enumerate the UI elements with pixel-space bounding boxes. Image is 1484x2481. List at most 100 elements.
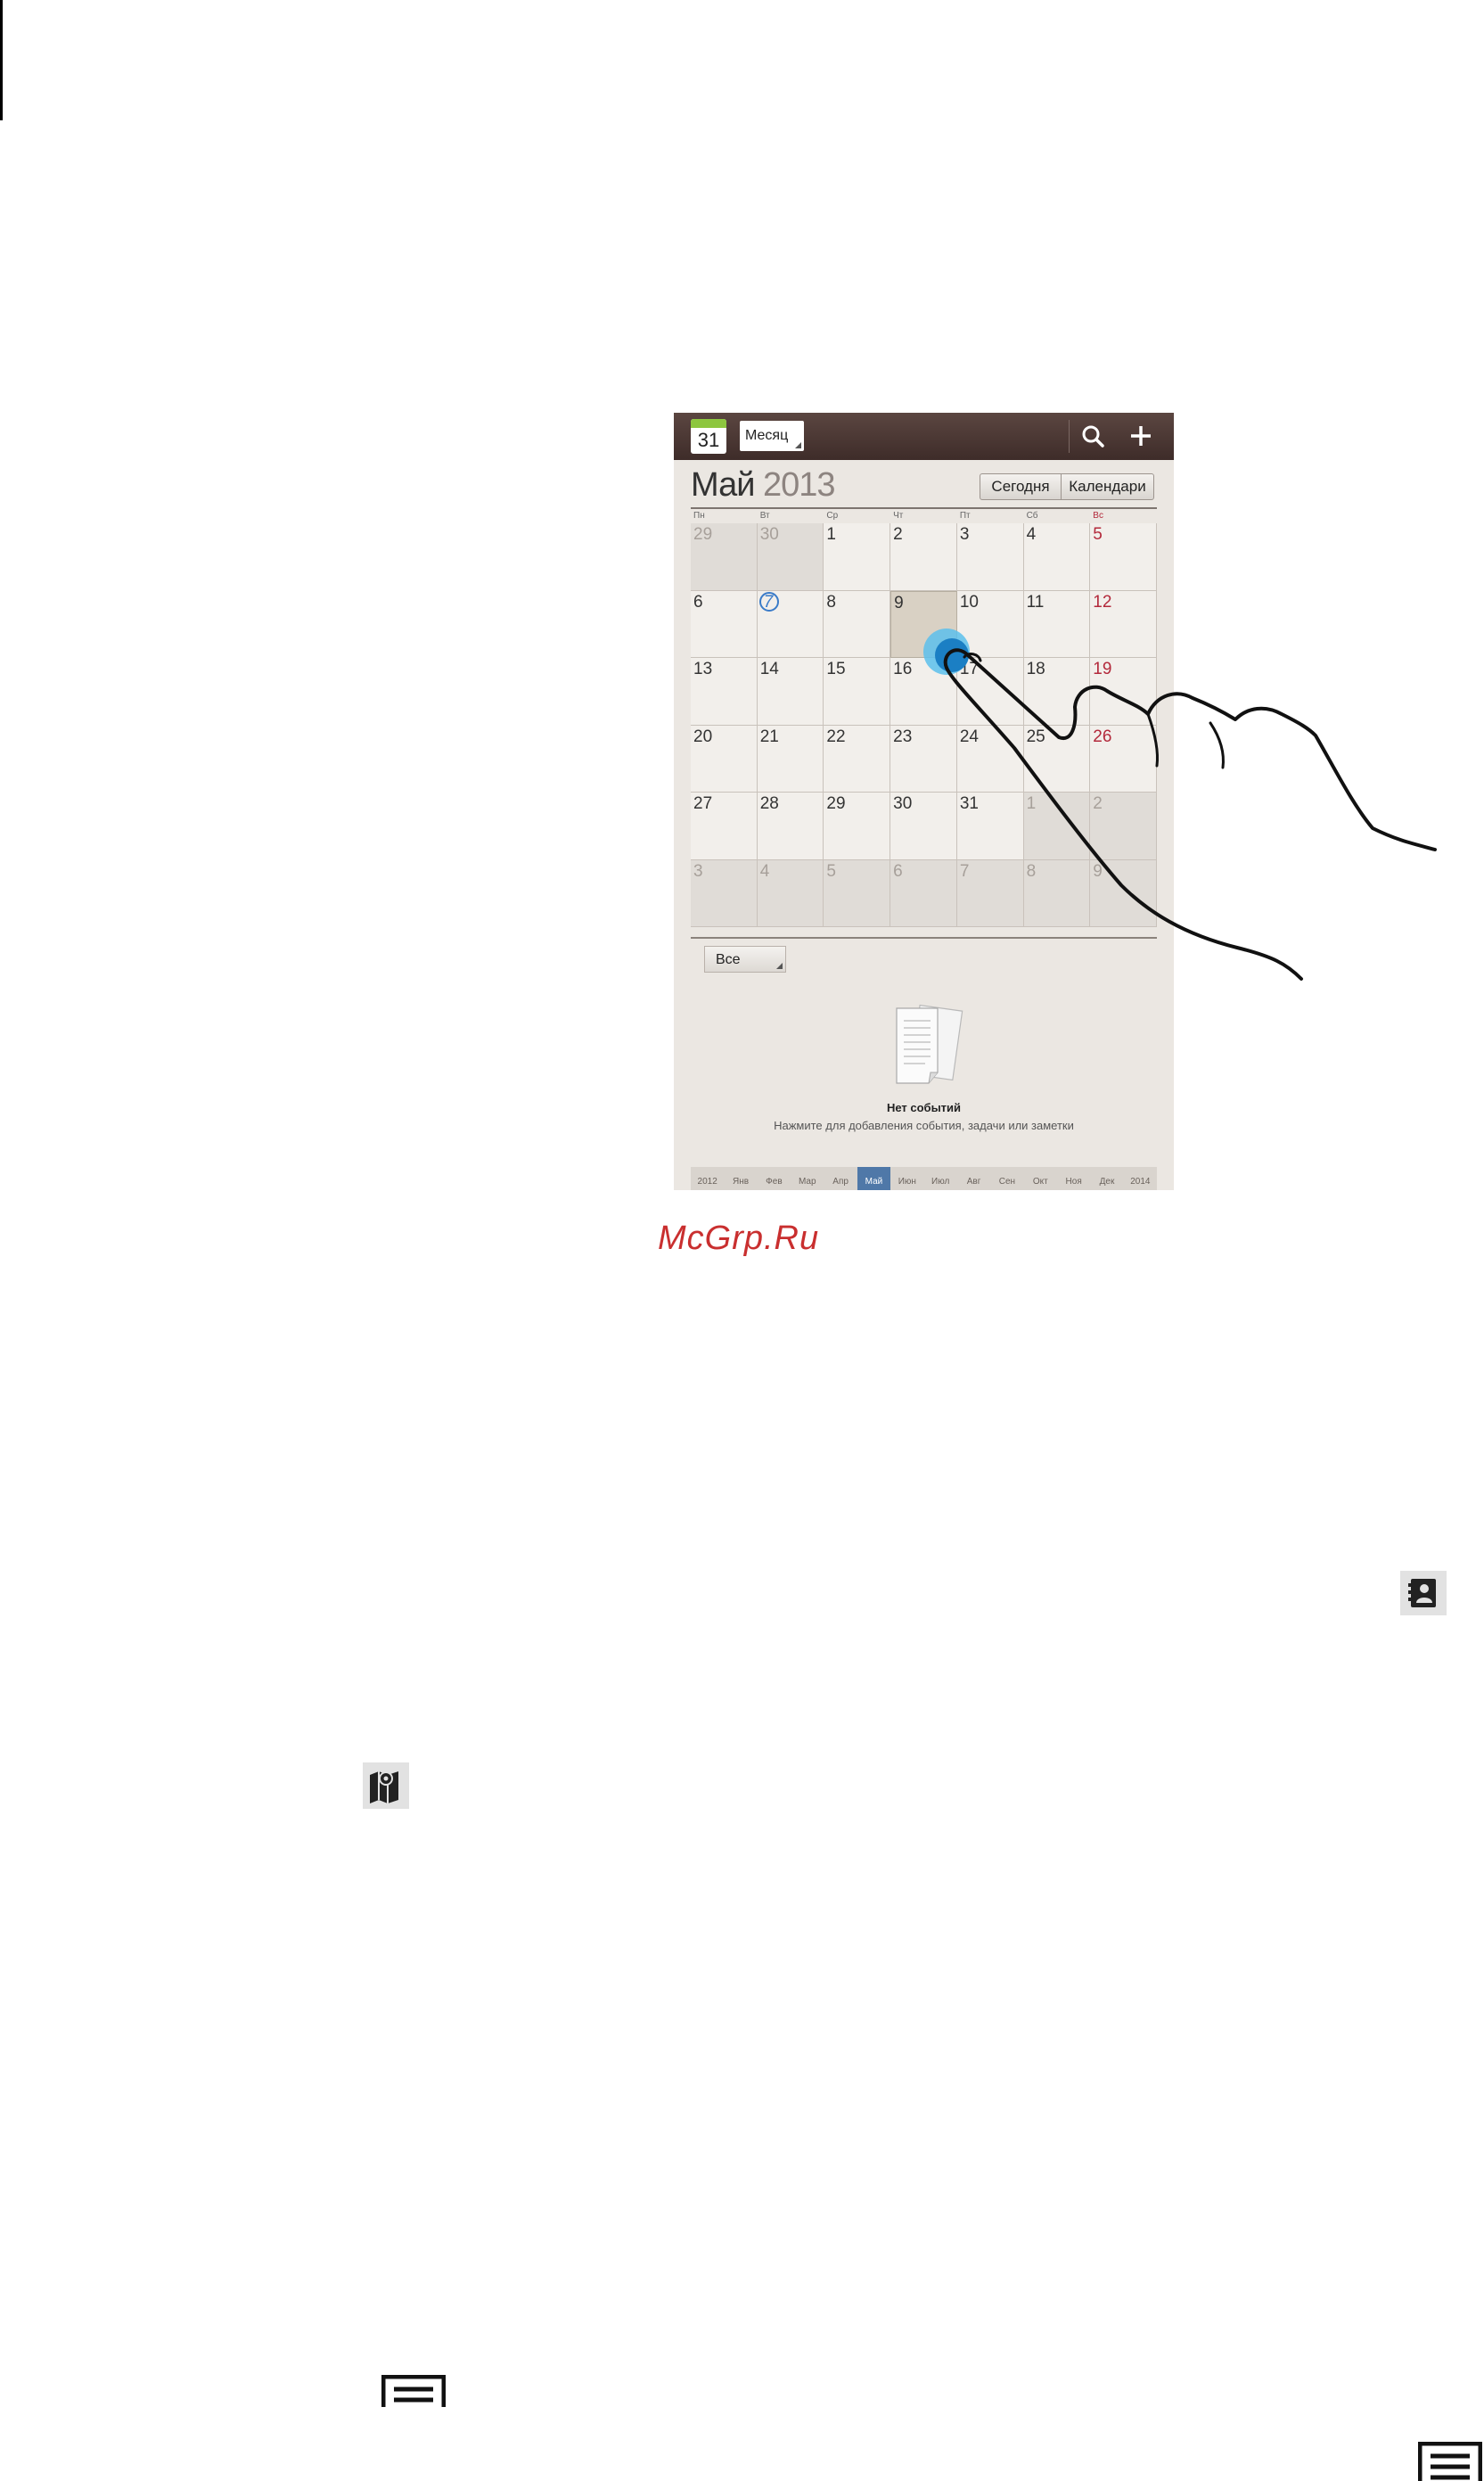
calendar-icon-day: 31 <box>697 429 720 451</box>
day-cell[interactable]: 21 <box>757 725 824 793</box>
day-cell[interactable]: 6 <box>691 590 758 658</box>
day-number: 11 <box>1026 592 1045 612</box>
day-number: 9 <box>894 593 904 612</box>
day-cell[interactable]: 29 <box>824 793 891 860</box>
day-number: 1 <box>1026 794 1037 813</box>
grid-divider <box>691 937 1157 939</box>
day-number: 14 <box>759 660 779 678</box>
day-cell[interactable]: 16 <box>890 658 957 726</box>
weekday-label: Пт <box>959 511 971 521</box>
day-cell[interactable]: 3 <box>691 859 758 927</box>
day-cell[interactable]: 3 <box>956 523 1024 591</box>
day-cell[interactable]: 14 <box>757 658 824 726</box>
weekday-header: Пн Вт Ср Чт Пт Сб Вс <box>691 511 1157 523</box>
day-cell[interactable]: 15 <box>824 658 891 726</box>
day-cell[interactable]: 29 <box>691 523 758 591</box>
weekday-label: Пн <box>693 511 705 521</box>
no-events-hint[interactable]: Нажмите для добавления события, задачи и… <box>674 1119 1174 1132</box>
month-strip-item[interactable]: Окт <box>1024 1167 1057 1190</box>
calendars-button[interactable]: Календари <box>1061 473 1154 500</box>
menu-icon[interactable] <box>381 2375 446 2407</box>
day-cell[interactable]: 8 <box>1023 859 1091 927</box>
month-navigation-strip: 2012 Янв Фев Мар Апр Май Июн Июл Авг Сен Окт Ноя Дек… <box>691 1167 1157 1190</box>
day-number: 28 <box>759 794 779 813</box>
day-number: 31 <box>959 794 979 813</box>
day-number: 2 <box>1093 794 1103 813</box>
day-number: 8 <box>1026 861 1037 881</box>
day-cell[interactable]: 8 <box>824 590 891 658</box>
day-cell[interactable]: 5 <box>824 859 891 927</box>
month-strip-item[interactable]: Фев <box>758 1167 791 1190</box>
day-number: 30 <box>893 794 913 813</box>
day-cell[interactable]: 20 <box>691 725 758 793</box>
day-cell[interactable]: 2 <box>890 523 957 591</box>
month-strip-item[interactable]: Ноя <box>1057 1167 1090 1190</box>
day-cell[interactable]: 30 <box>890 793 957 860</box>
event-filter-select[interactable]: Все <box>704 946 786 973</box>
day-number: 19 <box>1093 660 1112 678</box>
month-strip-item[interactable]: Дек <box>1090 1167 1123 1190</box>
day-number: 7 <box>763 592 774 612</box>
day-cell[interactable]: 11 <box>1023 590 1091 658</box>
no-events-document-icon <box>896 1004 963 1084</box>
month-strip-item[interactable]: Мар <box>791 1167 824 1190</box>
view-mode-select[interactable]: Месяц <box>740 421 804 451</box>
day-cell[interactable]: 5 <box>1090 523 1157 591</box>
day-cell[interactable]: 31 <box>956 793 1024 860</box>
day-number: 6 <box>893 861 903 881</box>
day-cell[interactable]: 26 <box>1090 725 1157 793</box>
add-icon[interactable] <box>1126 423 1156 449</box>
day-cell[interactable]: 23 <box>890 725 957 793</box>
month-strip-item[interactable]: 2012 <box>691 1167 724 1190</box>
month-strip-item[interactable]: Авг <box>957 1167 990 1190</box>
day-number: 4 <box>1026 525 1037 544</box>
day-number: 7 <box>959 861 970 881</box>
search-icon[interactable] <box>1078 423 1109 449</box>
day-number: 23 <box>893 727 913 746</box>
day-cell[interactable]: 10 <box>956 590 1024 658</box>
day-cell[interactable]: 7 <box>757 590 824 658</box>
day-number: 27 <box>693 794 713 813</box>
day-cell[interactable]: 1 <box>824 523 891 591</box>
menu-icon[interactable] <box>1418 2442 1482 2481</box>
month-strip-item[interactable]: Июл <box>924 1167 957 1190</box>
month-strip-item-active[interactable]: Май <box>857 1167 891 1190</box>
day-cell[interactable]: 25 <box>1023 725 1091 793</box>
day-cell[interactable]: 2 <box>1090 793 1157 860</box>
day-cell[interactable]: 7 <box>956 859 1024 927</box>
day-cell[interactable]: 22 <box>824 725 891 793</box>
month-strip-item[interactable]: Янв <box>724 1167 757 1190</box>
maps-icon[interactable] <box>363 1762 409 1809</box>
day-number: 29 <box>693 525 713 544</box>
day-cell[interactable]: 6 <box>890 859 957 927</box>
day-cell[interactable]: 4 <box>1023 523 1091 591</box>
day-cell[interactable]: 13 <box>691 658 758 726</box>
dropdown-corner-icon <box>795 442 801 448</box>
day-cell[interactable]: 12 <box>1090 590 1157 658</box>
day-cell[interactable]: 19 <box>1090 658 1157 726</box>
day-cell-selected[interactable]: 9 <box>890 590 957 658</box>
day-number: 17 <box>959 660 979 678</box>
day-number: 1 <box>826 525 836 544</box>
month-strip-item[interactable]: Сен <box>990 1167 1023 1190</box>
day-cell[interactable]: 1 <box>1023 793 1091 860</box>
day-cell[interactable]: 17 <box>956 658 1024 726</box>
month-label: Май <box>691 466 755 504</box>
day-cell[interactable]: 18 <box>1023 658 1091 726</box>
contacts-icon[interactable] <box>1400 1571 1447 1615</box>
today-button[interactable]: Сегодня <box>980 473 1062 500</box>
action-bar-divider <box>1069 420 1070 453</box>
day-cell[interactable]: 27 <box>691 793 758 860</box>
day-cell[interactable]: 4 <box>757 859 824 927</box>
day-cell[interactable]: 30 <box>757 523 824 591</box>
month-strip-item[interactable]: 2014 <box>1124 1167 1157 1190</box>
day-number: 6 <box>693 592 703 612</box>
day-number: 15 <box>826 660 846 678</box>
year-label: 2013 <box>763 466 836 504</box>
month-strip-item[interactable]: Июн <box>890 1167 923 1190</box>
day-cell[interactable]: 28 <box>757 793 824 860</box>
day-cell[interactable]: 24 <box>956 725 1024 793</box>
day-cell[interactable]: 9 <box>1090 859 1157 927</box>
month-strip-item[interactable]: Апр <box>824 1167 857 1190</box>
calendar-app-icon[interactable]: 31 <box>691 419 726 454</box>
